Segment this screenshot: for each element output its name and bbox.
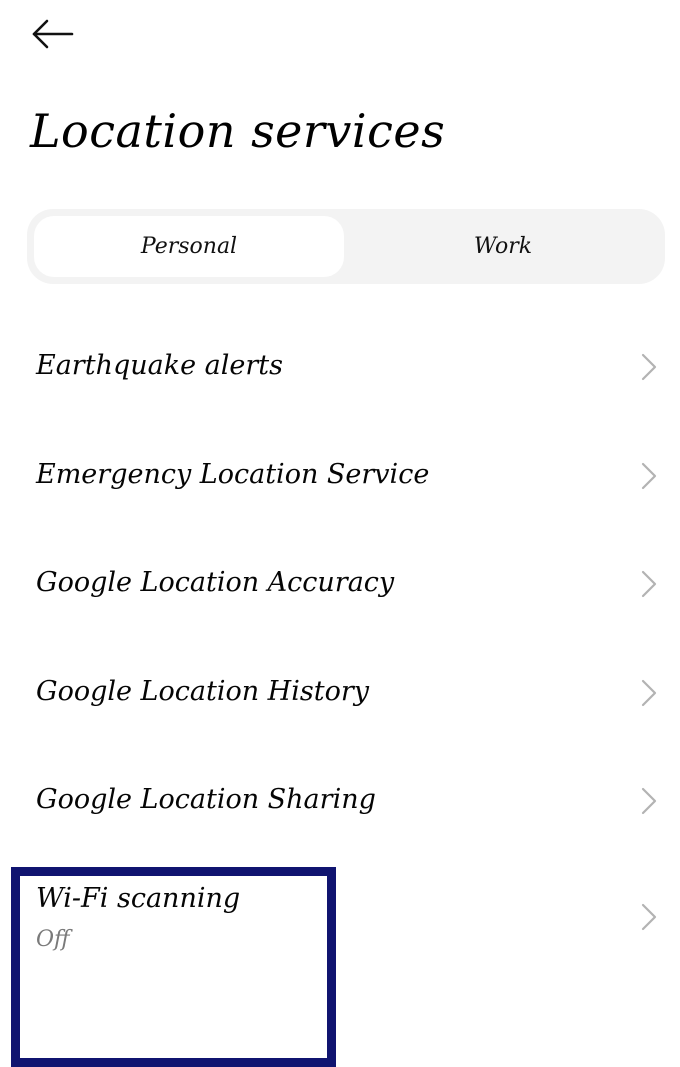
list-item-wifi-scanning[interactable]: Wi-Fi scanning Off bbox=[0, 857, 680, 1027]
arrow-left-icon bbox=[32, 19, 74, 49]
chevron-right-icon bbox=[641, 462, 657, 489]
back-button[interactable] bbox=[26, 12, 82, 56]
chevron-right-icon bbox=[641, 903, 657, 930]
chevron-right-icon bbox=[641, 353, 657, 381]
list-item-earthquake-alerts[interactable]: Earthquake alerts bbox=[0, 314, 680, 423]
list-item-label: Google Location Sharing bbox=[36, 784, 376, 815]
list-item-label: Wi-Fi scanning bbox=[36, 882, 241, 914]
page-title: Location services bbox=[30, 104, 446, 158]
tab-work[interactable]: Work bbox=[348, 216, 658, 277]
list-item-label: Earthquake alerts bbox=[36, 350, 283, 381]
chevron-right-icon bbox=[641, 679, 657, 706]
list-item-google-location-accuracy[interactable]: Google Location Accuracy bbox=[0, 531, 680, 640]
list-item-google-location-history[interactable]: Google Location History bbox=[0, 640, 680, 749]
chevron-right-icon bbox=[641, 787, 657, 815]
chevron-right-icon bbox=[641, 570, 657, 598]
wifi-scanning-status: Off bbox=[36, 926, 70, 952]
list-item-label: Google Location Accuracy bbox=[36, 567, 395, 598]
list-item-label: Emergency Location Service bbox=[36, 458, 430, 490]
tab-personal[interactable]: Personal bbox=[34, 216, 344, 277]
list-item-emergency-location-service[interactable]: Emergency Location Service bbox=[0, 423, 680, 532]
list-item-label: Google Location History bbox=[36, 675, 369, 707]
settings-list: Earthquake alerts Emergency Location Ser… bbox=[0, 314, 680, 1027]
list-item-google-location-sharing[interactable]: Google Location Sharing bbox=[0, 748, 680, 857]
profile-tab-switcher: Personal Work bbox=[27, 209, 665, 284]
